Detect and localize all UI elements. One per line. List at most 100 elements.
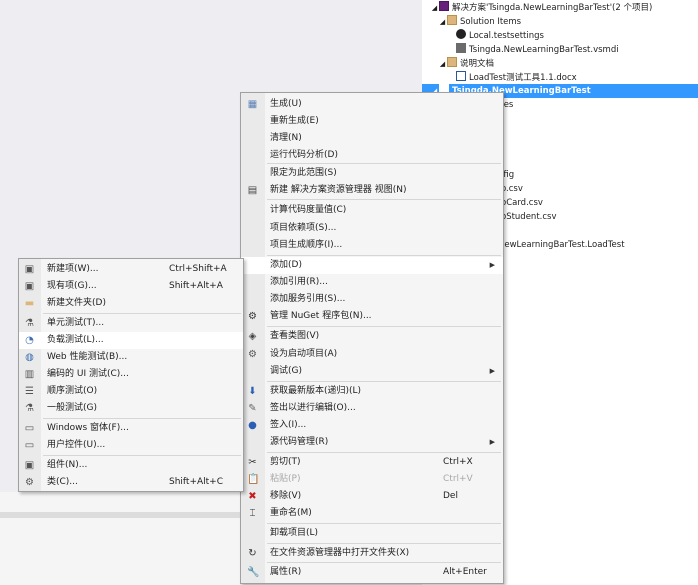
menu-separator — [267, 326, 501, 327]
new-view-icon: ▤ — [247, 185, 258, 196]
add-menu-item[interactable]: ▭ 用户控件(U)... — [19, 437, 243, 454]
tree-item[interactable]: LoadTest测试工具1.1.docx — [456, 71, 577, 85]
user-control-icon: ▭ — [24, 440, 35, 451]
tree-item-label: 解决方案'Tsingda.NewLearningBarTest'(2 个项目) — [452, 3, 653, 13]
menu-item-label: 类(C)... — [47, 477, 78, 487]
context-menu-item[interactable]: ▤ 新建 解决方案资源管理器 视图(N) — [241, 182, 503, 199]
add-menu-item[interactable]: ⚙ 类(C)... Shift+Alt+C — [19, 474, 243, 491]
menu-separator — [267, 452, 501, 453]
menu-item-label: 重新生成(E) — [270, 116, 319, 126]
add-submenu: ▣ 新建项(W)... Ctrl+Shift+A ▣ 现有项(G)... Shift+Al… — [18, 258, 244, 492]
add-menu-item[interactable]: ▣ 组件(N)... — [19, 457, 243, 474]
project-context-menu: ▦ 生成(U) 重新生成(E) 清理(N) 运行代码分析(D) 限定为此范围(S) ▤ 新建 … — [240, 92, 504, 584]
word-doc-icon — [456, 71, 466, 81]
properties-wrench-icon: 🔧 — [247, 567, 260, 578]
startup-gear-icon: ⚙ — [248, 349, 257, 360]
menu-item-label: 粘贴(P) — [270, 474, 301, 484]
add-menu-item[interactable]: ▣ 现有项(G)... Shift+Alt+A — [19, 278, 243, 295]
context-menu-item[interactable]: 限定为此范围(S) — [241, 165, 503, 182]
tree-item[interactable]: ◢ Solution Items — [438, 15, 521, 29]
menu-item-label: 顺序测试(O) — [47, 386, 98, 396]
tree-item-label: Solution Items — [460, 17, 522, 27]
menu-item-shortcut: Ctrl+X — [443, 457, 473, 467]
expand-arrow-icon[interactable]: ◢ — [438, 57, 447, 71]
expand-arrow-icon[interactable]: ◢ — [430, 1, 439, 15]
menu-separator — [267, 255, 501, 256]
context-menu-item[interactable]: 添加服务引用(S)... — [241, 291, 503, 308]
tree-item[interactable]: NewLearningBarTest.LoadTest — [498, 238, 625, 252]
context-menu-item[interactable]: ⬇ 获取最新版本(递归)(L) — [241, 383, 503, 400]
tree-item[interactable]: ◢ 说明文档 — [438, 57, 494, 71]
context-menu-item[interactable]: ⌶ 重命名(M) — [241, 505, 503, 522]
menu-item-shortcut: Ctrl+Shift+A — [169, 264, 227, 274]
context-menu-item[interactable]: ✂ 剪切(T) Ctrl+X — [241, 454, 503, 471]
rename-icon: ⌶ — [249, 508, 256, 519]
context-menu-item[interactable]: 源代码管理(R) ▶ — [241, 434, 503, 451]
tree-item-label: LoadTest测试工具1.1.docx — [469, 73, 577, 83]
context-menu-item[interactable]: 清理(N) — [241, 130, 503, 147]
menu-item-label: 卸载项目(L) — [270, 528, 319, 538]
context-menu-item[interactable]: ⚙ 设为启动项目(A) — [241, 346, 503, 363]
add-menu-item[interactable]: ⚗ 一般测试(G) — [19, 400, 243, 417]
refresh-folder-icon: ↻ — [248, 548, 257, 559]
tree-item[interactable]: Local.testsettings — [456, 29, 544, 43]
expand-arrow-icon[interactable]: ◢ — [438, 15, 447, 29]
context-menu-item[interactable]: 重新生成(E) — [241, 113, 503, 130]
menu-item-label: Web 性能测试(B)... — [47, 352, 128, 362]
menu-separator — [267, 523, 501, 524]
add-menu-item[interactable]: ⚗ 单元测试(T)... — [19, 315, 243, 332]
menu-item-label: 移除(V) — [270, 491, 302, 501]
menu-item-label: 新建 解决方案资源管理器 视图(N) — [270, 185, 407, 195]
tree-item[interactable]: foStudent.csv — [498, 210, 557, 224]
add-menu-item[interactable]: ◔ 负载测试(L)... — [19, 332, 243, 349]
context-menu-item[interactable]: ● 签入(I)... — [241, 417, 503, 434]
tree-item-label: Tsingda.NewLearningBarTest.vsmdi — [469, 45, 619, 55]
menu-item-label: 清理(N) — [270, 133, 302, 143]
context-menu-item[interactable]: 卸载项目(L) — [241, 525, 503, 542]
context-menu-item[interactable]: ▦ 生成(U) — [241, 96, 503, 113]
menu-item-label: 负载测试(L)... — [47, 335, 104, 345]
add-menu-item[interactable]: ◍ Web 性能测试(B)... — [19, 349, 243, 366]
tree-item[interactable]: foCard.csv — [498, 196, 543, 210]
menu-item-label: 项目依赖项(S)... — [270, 223, 337, 233]
context-menu-item[interactable]: 🔧 属性(R) Alt+Enter — [241, 564, 503, 581]
existing-item-icon: ▣ — [24, 281, 35, 292]
context-menu-item[interactable]: ↻ 在文件资源管理器中打开文件夹(X) — [241, 545, 503, 562]
submenu-arrow-icon: ▶ — [489, 367, 495, 375]
new-item-icon: ▣ — [24, 264, 35, 275]
add-menu-item[interactable]: ☰ 顺序测试(O) — [19, 383, 243, 400]
menu-separator — [267, 543, 501, 544]
context-menu-item[interactable]: 添加引用(R)... — [241, 274, 503, 291]
web-perf-test-icon: ◍ — [25, 352, 34, 363]
context-menu-item[interactable]: 项目生成顺序(I)... — [241, 237, 503, 254]
context-menu-item[interactable]: ✖ 移除(V) Del — [241, 488, 503, 505]
tree-item-label: Local.testsettings — [469, 31, 544, 41]
context-menu-item[interactable]: 调试(G) ▶ — [241, 363, 503, 380]
context-menu-item[interactable]: 项目依赖项(S)... — [241, 220, 503, 237]
add-menu-item[interactable]: ▣ 新建项(W)... Ctrl+Shift+A — [19, 261, 243, 278]
menu-item-label: 项目生成顺序(I)... — [270, 240, 343, 250]
folder-icon — [447, 57, 457, 67]
add-menu-item[interactable]: ▥ 编码的 UI 测试(C)... — [19, 366, 243, 383]
tree-item[interactable]: Tsingda.NewLearningBarTest.vsmdi — [456, 43, 619, 57]
tree-item[interactable]: ◢ 解决方案'Tsingda.NewLearningBarTest'(2 个项目) — [430, 1, 652, 15]
tree-item-label: foStudent.csv — [498, 212, 557, 222]
context-menu-item[interactable]: 运行代码分析(D) — [241, 147, 503, 164]
add-menu-item[interactable]: ▬ 新建文件夹(D) — [19, 295, 243, 312]
menu-item-label: 用户控件(U)... — [47, 440, 106, 450]
menu-item-label: 限定为此范围(S) — [270, 168, 337, 178]
context-menu-item[interactable]: ✎ 签出以进行编辑(O)... — [241, 400, 503, 417]
context-menu-item[interactable]: ⚙ 管理 NuGet 程序包(N)... — [241, 308, 503, 325]
menu-item-label: 签入(I)... — [270, 420, 307, 430]
menu-item-label: 查看类图(V) — [270, 331, 320, 341]
menu-item-label: 组件(N)... — [47, 460, 88, 470]
context-menu-item[interactable]: 添加(D) ▶ — [241, 257, 503, 274]
context-menu-item[interactable]: 计算代码度量值(C) — [241, 202, 503, 219]
menu-item-label: 属性(R) — [270, 567, 302, 577]
unit-test-icon: ⚗ — [25, 318, 34, 329]
menu-item-label: 调试(G) — [270, 366, 302, 376]
new-folder-icon: ▬ — [24, 298, 35, 309]
bottom-panel — [0, 492, 240, 585]
add-menu-item[interactable]: ▭ Windows 窗体(F)... — [19, 420, 243, 437]
context-menu-item[interactable]: ◈ 查看类图(V) — [241, 328, 503, 345]
